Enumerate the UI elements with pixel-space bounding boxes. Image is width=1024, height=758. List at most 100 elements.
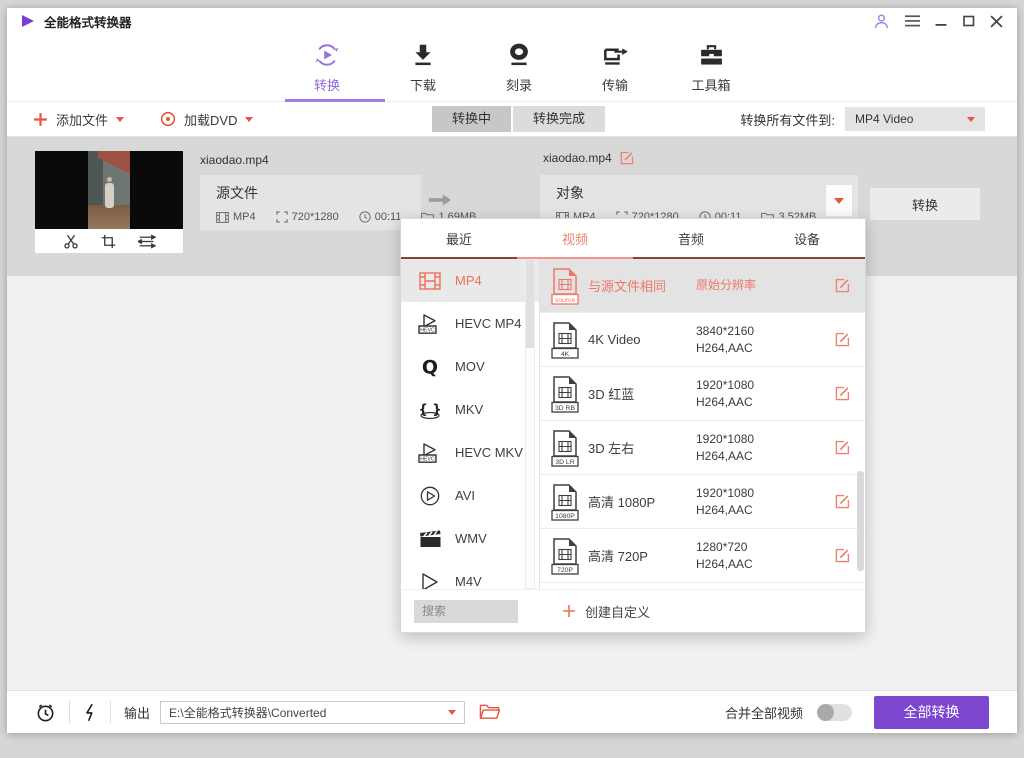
maximize-icon[interactable] xyxy=(963,15,975,27)
edit-preset-icon[interactable] xyxy=(835,440,850,455)
format-item-mp4[interactable]: MP4 xyxy=(401,259,539,302)
preset-row-720p[interactable]: 720P 高清 720P 1280*720H264,AAC xyxy=(540,529,865,583)
chevron-down-icon xyxy=(116,117,124,122)
output-format-value: MP4 Video xyxy=(855,112,913,126)
edit-preset-icon[interactable] xyxy=(835,494,850,509)
resolution-icon xyxy=(276,211,288,223)
preset-row-4k[interactable]: 4K 4K Video 3840*2160H264,AAC xyxy=(540,313,865,367)
preset-name: 3D 左右 xyxy=(588,438,696,457)
format-item-m4v[interactable]: M4V xyxy=(401,560,539,589)
schedule-alarm-icon[interactable] xyxy=(35,702,56,723)
target-format-dropdown-button[interactable] xyxy=(825,184,853,217)
create-custom-label: 创建自定义 xyxy=(585,602,650,621)
nav-label: 下载 xyxy=(410,75,436,94)
nav-item-convert[interactable]: 转换 xyxy=(279,41,375,94)
tab-finished[interactable]: 转换完成 xyxy=(513,106,605,132)
quicktime-q-icon: Q xyxy=(418,355,442,379)
edit-preset-icon[interactable] xyxy=(835,332,850,347)
preset-name: 高清 720P xyxy=(588,546,696,565)
nav-label: 转换 xyxy=(314,75,340,94)
main-nav: 转换 下载 刻录 xyxy=(7,34,1017,102)
svg-text:Q: Q xyxy=(422,356,438,378)
tab-device[interactable]: 设备 xyxy=(749,219,865,257)
app-logo-icon xyxy=(21,14,35,28)
format-item-hevc-mkv[interactable]: HEVC HEVC MKV xyxy=(401,431,539,474)
convert-icon xyxy=(313,41,341,69)
svg-text:4K: 4K xyxy=(561,350,570,357)
arrow-right-icon xyxy=(427,192,453,211)
menu-icon[interactable] xyxy=(905,14,920,28)
preset-specs: 原始分辨率 xyxy=(696,277,804,294)
svg-text:source: source xyxy=(555,296,576,303)
format-item-wmv[interactable]: WMV xyxy=(401,517,539,560)
hardware-acceleration-bolt-icon[interactable] xyxy=(83,702,97,723)
preset-doc-icon: source xyxy=(550,267,580,305)
nav-item-download[interactable]: 下载 xyxy=(375,41,471,94)
svg-text:{ }: { } xyxy=(418,402,441,417)
preset-specs: 1920*1080H264,AAC xyxy=(696,431,804,465)
tab-converting[interactable]: 转换中 xyxy=(432,106,511,132)
preset-name: 3D 红蓝 xyxy=(588,384,696,403)
nav-label: 工具箱 xyxy=(691,75,730,94)
divider xyxy=(69,701,70,723)
transfer-icon xyxy=(602,41,629,69)
preset-doc-icon: 1080P xyxy=(550,483,580,521)
preset-row-3d-rb[interactable]: 3D RB 3D 红蓝 1920*1080H264,AAC xyxy=(540,367,865,421)
edit-preset-icon[interactable] xyxy=(835,278,850,293)
format-label: MP4 xyxy=(455,273,482,288)
plus-icon xyxy=(33,112,48,127)
preset-specs: 1280*720H264,AAC xyxy=(696,539,804,573)
output-path-select[interactable]: E:\全能格式转换器\Converted xyxy=(160,701,465,724)
user-icon[interactable] xyxy=(873,13,890,30)
preset-doc-icon: 3D RB xyxy=(550,375,580,413)
divider xyxy=(110,701,111,723)
preset-row-1080p[interactable]: 1080P 高清 1080P 1920*1080H264,AAC xyxy=(540,475,865,529)
merge-all-toggle[interactable] xyxy=(817,704,852,721)
rename-edit-icon[interactable] xyxy=(620,151,634,165)
source-duration: 00:11 xyxy=(375,211,402,223)
tab-recent[interactable]: 最近 xyxy=(401,219,517,257)
preset-row-3d-lr[interactable]: 3D LR 3D 左右 1920*1080H264,AAC xyxy=(540,421,865,475)
svg-text:HEVC: HEVC xyxy=(420,327,435,333)
create-custom-button[interactable]: 创建自定义 xyxy=(562,602,650,621)
chevron-down-icon xyxy=(448,710,456,715)
convert-button[interactable]: 转换 xyxy=(870,188,980,220)
crop-icon[interactable] xyxy=(101,234,116,249)
edit-preset-icon[interactable] xyxy=(835,548,850,563)
toolbar: 添加文件 加载DVD 转换中 转换完成 转换所有文件到: MP4 Video xyxy=(7,102,1017,137)
tab-audio[interactable]: 音频 xyxy=(633,219,749,257)
format-item-hevc-mp4[interactable]: HEVC HEVC MP4 xyxy=(401,302,539,345)
format-item-mkv[interactable]: { } MKV xyxy=(401,388,539,431)
clapperboard-icon xyxy=(418,527,442,551)
preset-specs: 3840*2160H264,AAC xyxy=(696,323,804,357)
preset-row-source[interactable]: source 与源文件相同 原始分辨率 xyxy=(540,259,865,313)
search-input[interactable] xyxy=(414,600,518,623)
effects-sliders-icon[interactable] xyxy=(138,234,156,249)
preset-list-scrollbar[interactable] xyxy=(857,471,864,571)
format-item-avi[interactable]: AVI xyxy=(401,474,539,517)
hevc-play-icon: HEVC xyxy=(418,441,442,465)
source-resolution: 720*1280 xyxy=(292,211,339,223)
trim-scissors-icon[interactable] xyxy=(63,233,79,249)
target-panel-title: 对象 xyxy=(556,183,858,203)
add-file-label: 添加文件 xyxy=(56,110,108,129)
format-picker-panel: 最近 视频 音频 设备 MP4 xyxy=(400,218,866,633)
tab-video[interactable]: 视频 xyxy=(517,219,633,257)
video-preview[interactable] xyxy=(35,151,183,229)
format-list-scrollbar[interactable] xyxy=(525,259,535,589)
convert-all-button[interactable]: 全部转换 xyxy=(874,696,989,729)
preset-specs: 1920*1080H264,AAC xyxy=(696,485,804,519)
close-icon[interactable] xyxy=(990,15,1003,28)
titlebar: 全能格式转换器 xyxy=(7,8,1017,34)
format-item-mov[interactable]: Q MOV xyxy=(401,345,539,388)
add-file-button[interactable]: 添加文件 xyxy=(33,110,124,129)
nav-item-burn[interactable]: 刻录 xyxy=(471,41,567,94)
open-folder-icon[interactable] xyxy=(479,703,500,721)
nav-item-transfer[interactable]: 传输 xyxy=(567,41,663,94)
minimize-icon[interactable] xyxy=(935,15,948,27)
load-dvd-button[interactable]: 加载DVD xyxy=(160,110,253,129)
output-format-select[interactable]: MP4 Video xyxy=(845,107,985,131)
nav-item-toolbox[interactable]: 工具箱 xyxy=(663,41,759,94)
edit-preset-icon[interactable] xyxy=(835,386,850,401)
svg-text:3D RB: 3D RB xyxy=(555,404,575,411)
